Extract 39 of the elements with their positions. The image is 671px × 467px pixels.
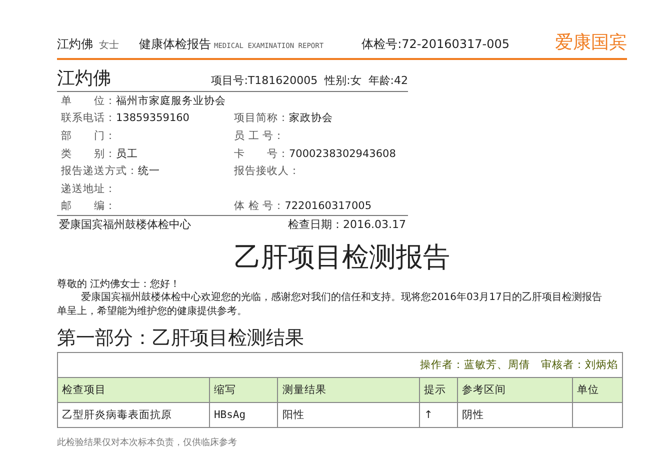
patient-name: 江灼佛 — [57, 36, 93, 53]
column-header: 检查项目 — [58, 378, 210, 403]
info-field: 邮 编： — [61, 199, 234, 214]
info-field: 报告接收人： — [234, 164, 412, 178]
column-header: 单位 — [572, 378, 622, 403]
table-cell — [572, 402, 622, 428]
info-field: 报告递送方式：统一 — [61, 164, 234, 178]
center-name: 爱康国宾福州鼓楼体检中心 — [59, 217, 191, 232]
info-field: 联系电话：13859359160 — [61, 111, 234, 126]
table-cell: 阴性 — [457, 402, 572, 428]
exam-date: 检查日期：2016.03.17 — [288, 217, 406, 232]
footnote: 此检验结果仅对本次标本负责，仅供临床参考 — [57, 436, 238, 450]
info-field: 单 位：福州市家庭服务业协会 — [61, 94, 234, 108]
info-field: 员 工 号： — [234, 128, 412, 143]
info-field: 卡 号：7000238302943608 — [234, 146, 412, 161]
table-cell: 阳性 — [278, 402, 420, 428]
patient-title: 女士 — [99, 38, 120, 52]
intro-paragraph: 爱康国宾福州鼓楼体检中心欢迎您的光临，感谢您对我们的信任和支持。现将您2016年03月17日的乙肝项目检测报告单呈上，希望能为维护您的健康提供参考。 — [57, 291, 602, 320]
column-header: 参考区间 — [457, 378, 572, 403]
brand-name: 爱康国宾 — [555, 31, 627, 54]
column-header: 提示 — [420, 378, 458, 403]
table-cell: 乙型肝炎病毒表面抗原 — [58, 402, 210, 428]
info-field: 项目简称：家政协会 — [234, 111, 412, 126]
greeting: 尊敬的 江灼佛女士：您好！ — [57, 278, 182, 292]
operators-cell: 操作者：蓝敏芳、周倩 审核者：刘炳焰 — [58, 352, 622, 378]
info-field: 递送地址： — [61, 182, 234, 196]
section-heading: 第一部分：乙肝项目检测结果 — [57, 326, 305, 352]
report-title: 健康体检报告 — [139, 36, 211, 53]
exam-number: 体检号:72-20160317-005 — [362, 36, 510, 53]
column-header: 缩写 — [209, 378, 278, 403]
profile-name: 江灼佛 — [57, 67, 111, 90]
info-field: 部 门： — [61, 128, 234, 143]
table-cell: ↑ — [420, 402, 458, 428]
info-field: 体 检 号：7220160317005 — [234, 199, 412, 214]
report-heading: 乙肝项目检测报告 — [233, 241, 451, 276]
column-header: 测量结果 — [278, 378, 420, 403]
info-field: 类 别：员工 — [61, 146, 234, 161]
table-cell: HBsAg — [209, 402, 278, 428]
profile-summary: 项目号:T181620005 性别:女 年龄:42 — [211, 73, 408, 88]
